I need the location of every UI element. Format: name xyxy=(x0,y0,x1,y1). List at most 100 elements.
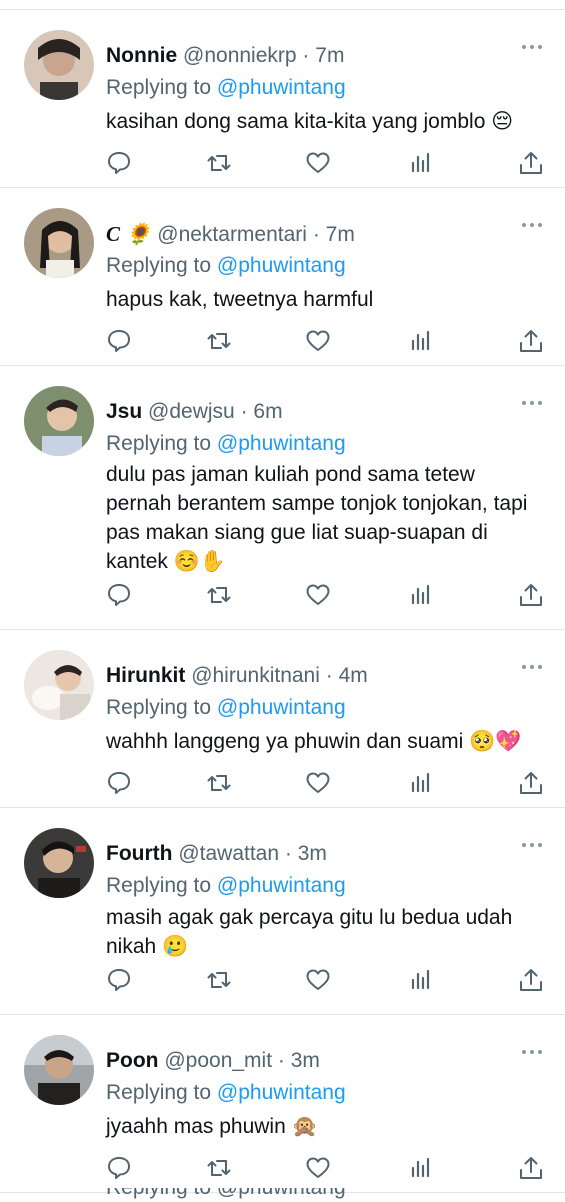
avatar[interactable] xyxy=(24,1035,94,1105)
tweet-text: wahhh langgeng ya phuwin dan suami 🥺💖 xyxy=(106,730,522,753)
retweet-button[interactable] xyxy=(206,328,232,354)
avatar[interactable] xyxy=(24,208,94,278)
separator: · xyxy=(277,1049,285,1072)
like-button[interactable] xyxy=(305,150,331,176)
tweet-6[interactable]: Poon @poon_mit · 3m Replying to @phuwint… xyxy=(0,1015,565,1193)
more-icon[interactable] xyxy=(521,400,543,406)
tweet-header: Nonnie @nonniekrp · 7m xyxy=(106,44,344,68)
analytics-icon xyxy=(411,330,430,351)
retweet-button[interactable] xyxy=(206,150,232,176)
timestamp[interactable]: 4m xyxy=(339,664,368,687)
more-icon[interactable] xyxy=(521,842,543,848)
display-name[interactable]: Nonnie xyxy=(106,44,177,67)
share-button[interactable] xyxy=(518,967,544,993)
analytics-button[interactable] xyxy=(408,328,434,354)
analytics-button[interactable] xyxy=(408,582,434,608)
retweet-button[interactable] xyxy=(206,582,232,608)
share-button[interactable] xyxy=(518,582,544,608)
like-icon xyxy=(306,969,330,990)
display-name[interactable]: Fourth xyxy=(106,842,172,865)
tweet-3[interactable]: Jsu @dewjsu · 6m Replying to @phuwintang… xyxy=(0,366,565,630)
mention-link[interactable]: @phuwintang xyxy=(217,1081,346,1104)
retweet-button[interactable] xyxy=(206,770,232,796)
mention-link[interactable]: @phuwintang xyxy=(217,874,346,897)
analytics-button[interactable] xyxy=(408,1155,434,1181)
display-name[interactable]: Hirunkit xyxy=(106,664,185,687)
like-icon xyxy=(306,772,330,793)
share-icon xyxy=(520,584,542,606)
retweet-button[interactable] xyxy=(206,967,232,993)
retweet-icon xyxy=(207,775,231,791)
tweet-text: jyaahh mas phuwin 🙊 xyxy=(106,1115,318,1138)
user-handle[interactable]: @tawattan xyxy=(178,842,279,865)
more-icon[interactable] xyxy=(521,664,543,670)
replying-to: Replying to @phuwintang xyxy=(106,432,346,456)
display-name[interactable]: Jsu xyxy=(106,400,142,423)
tweet-1[interactable]: Nonnie @nonniekrp · 7m Replying to @phuw… xyxy=(0,10,565,188)
user-handle[interactable]: @nonniekrp xyxy=(183,44,297,67)
mention-link[interactable]: @phuwintang xyxy=(217,254,346,277)
mention-link[interactable]: @phuwintang xyxy=(217,76,346,99)
share-button[interactable] xyxy=(518,1155,544,1181)
timestamp[interactable]: 3m xyxy=(291,1049,320,1072)
analytics-button[interactable] xyxy=(408,967,434,993)
analytics-button[interactable] xyxy=(408,770,434,796)
more-icon[interactable] xyxy=(521,44,543,50)
share-icon xyxy=(520,1157,542,1179)
reply-button[interactable] xyxy=(106,770,132,796)
tweet-2[interactable]: C 🌻 @nektarmentari · 7m Replying to @phu… xyxy=(0,188,565,366)
display-name[interactable]: C 🌻 xyxy=(106,222,151,246)
timestamp[interactable]: 3m xyxy=(298,842,327,865)
timestamp[interactable]: 7m xyxy=(315,44,344,67)
like-button[interactable] xyxy=(305,1155,331,1181)
like-icon xyxy=(306,584,330,605)
reply-button[interactable] xyxy=(106,967,132,993)
retweet-icon xyxy=(207,155,231,171)
more-icon[interactable] xyxy=(521,222,543,228)
user-handle[interactable]: @hirunkitnani xyxy=(191,664,320,687)
like-button[interactable] xyxy=(305,770,331,796)
user-handle[interactable]: @nektarmentari xyxy=(157,223,307,246)
display-name[interactable]: Poon xyxy=(106,1049,159,1072)
reply-button[interactable] xyxy=(106,582,132,608)
tweet-header: Fourth @tawattan · 3m xyxy=(106,842,327,866)
retweet-icon xyxy=(207,1160,231,1176)
timestamp[interactable]: 6m xyxy=(253,400,282,423)
avatar[interactable] xyxy=(24,386,94,456)
share-button[interactable] xyxy=(518,150,544,176)
share-icon xyxy=(520,969,542,991)
replying-to-label: Replying to xyxy=(106,874,212,897)
avatar[interactable] xyxy=(24,650,94,720)
reply-button[interactable] xyxy=(106,328,132,354)
replying-to: Replying to @phuwintang xyxy=(106,76,346,100)
like-button[interactable] xyxy=(305,328,331,354)
reply-icon xyxy=(108,152,130,174)
like-icon xyxy=(306,330,330,351)
mention-link[interactable]: @phuwintang xyxy=(217,696,346,719)
share-button[interactable] xyxy=(518,770,544,796)
share-icon xyxy=(520,772,542,794)
tweet-text: hapus kak, tweetnya harmful xyxy=(106,288,374,311)
timestamp[interactable]: 7m xyxy=(326,223,355,246)
tweet-text: kasihan dong sama kita-kita yang jomblo … xyxy=(106,110,514,133)
replying-to: Replying to @phuwintang xyxy=(106,874,346,898)
mention-link[interactable]: @phuwintang xyxy=(217,432,346,455)
retweet-button[interactable] xyxy=(206,1155,232,1181)
separator: · xyxy=(284,842,292,865)
share-button[interactable] xyxy=(518,328,544,354)
user-handle[interactable]: @dewjsu xyxy=(148,400,235,423)
like-icon xyxy=(306,152,330,173)
analytics-icon xyxy=(411,772,430,793)
more-icon[interactable] xyxy=(521,1049,543,1055)
like-button[interactable] xyxy=(305,582,331,608)
tweet-4[interactable]: Hirunkit @hirunkitnani · 4m Replying to … xyxy=(0,630,565,808)
reply-button[interactable] xyxy=(106,1155,132,1181)
analytics-button[interactable] xyxy=(408,150,434,176)
like-button[interactable] xyxy=(305,967,331,993)
tweet-5[interactable]: Fourth @tawattan · 3m Replying to @phuwi… xyxy=(0,808,565,1015)
reply-button[interactable] xyxy=(106,150,132,176)
avatar[interactable] xyxy=(24,828,94,898)
user-handle[interactable]: @poon_mit xyxy=(164,1049,272,1072)
avatar[interactable] xyxy=(24,30,94,100)
tweet-actions xyxy=(106,770,546,796)
